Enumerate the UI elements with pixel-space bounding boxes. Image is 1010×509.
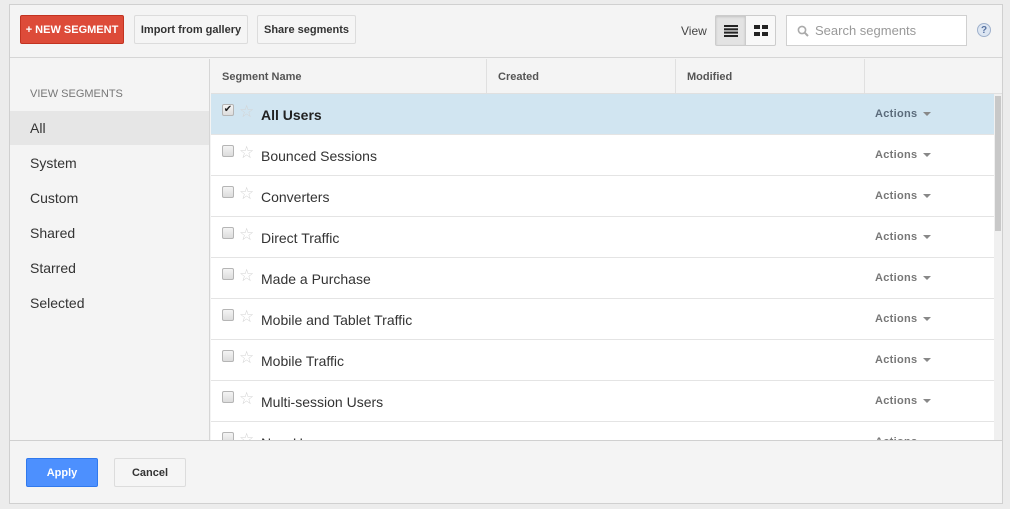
chevron-down-icon — [923, 153, 932, 158]
chevron-down-icon — [923, 399, 932, 404]
star-icon[interactable]: ☆ — [239, 267, 254, 284]
scrollbar-thumb[interactable] — [995, 96, 1001, 231]
row-checkbox[interactable] — [222, 350, 234, 362]
actions-label: Actions — [875, 272, 918, 284]
scrollbar[interactable] — [994, 94, 1002, 440]
apply-button[interactable]: Apply — [26, 458, 98, 487]
footer: Apply Cancel — [10, 440, 1002, 503]
segments-panel: + NEW SEGMENT Import from gallery Share … — [9, 4, 1003, 504]
actions-dropdown[interactable]: Actions — [875, 313, 932, 325]
segment-name[interactable]: Mobile Traffic — [261, 353, 344, 369]
list-view-icon — [723, 24, 738, 37]
table-row[interactable]: ☆ Mobile Traffic Actions — [211, 340, 994, 381]
actions-label: Actions — [875, 395, 918, 407]
sidebar-item-starred[interactable]: Starred — [10, 251, 209, 285]
table-row[interactable]: ☆ Multi-session Users Actions — [211, 381, 994, 422]
grid-view-button[interactable] — [745, 15, 776, 46]
star-icon[interactable]: ☆ — [239, 226, 254, 243]
list-view-button[interactable] — [715, 15, 746, 46]
actions-dropdown[interactable]: Actions — [875, 354, 932, 366]
toolbar: + NEW SEGMENT Import from gallery Share … — [10, 5, 1002, 58]
sidebar-item-shared[interactable]: Shared — [10, 216, 209, 250]
search-box — [786, 15, 967, 46]
sidebar: VIEW SEGMENTS All System Custom Shared S… — [10, 59, 210, 440]
cancel-button[interactable]: Cancel — [114, 458, 186, 487]
search-icon — [797, 25, 809, 37]
sidebar-item-all[interactable]: All — [10, 111, 209, 145]
actions-dropdown[interactable]: Actions — [875, 231, 932, 243]
chevron-down-icon — [923, 276, 932, 281]
star-icon[interactable]: ☆ — [239, 349, 254, 366]
import-from-gallery-button[interactable]: Import from gallery — [134, 15, 248, 44]
segment-name[interactable]: Mobile and Tablet Traffic — [261, 312, 412, 328]
segments-table: Segment Name Created Modified ✔ ☆ All User… — [211, 59, 1002, 440]
table-row[interactable]: ☆ Mobile and Tablet Traffic Actions — [211, 299, 994, 340]
row-checkbox[interactable] — [222, 186, 234, 198]
star-icon[interactable]: ☆ — [239, 390, 254, 407]
actions-dropdown[interactable]: Actions — [875, 149, 932, 161]
view-label: View — [681, 24, 707, 38]
row-checkbox[interactable] — [222, 268, 234, 280]
segment-name[interactable]: All Users — [261, 107, 322, 123]
chevron-down-icon — [923, 112, 932, 117]
table-row[interactable]: ✔ ☆ All Users Actions — [211, 94, 994, 135]
grid-view-icon — [753, 25, 768, 36]
row-checkbox[interactable] — [222, 145, 234, 157]
star-icon[interactable]: ☆ — [239, 103, 254, 120]
actions-dropdown[interactable]: Actions — [875, 190, 932, 202]
actions-dropdown[interactable]: Actions — [875, 108, 932, 120]
row-checkbox[interactable] — [222, 309, 234, 321]
sidebar-item-system[interactable]: System — [10, 146, 209, 180]
star-icon[interactable]: ☆ — [239, 185, 254, 202]
table-row[interactable]: ☆ Made a Purchase Actions — [211, 258, 994, 299]
help-icon[interactable]: ? — [977, 23, 991, 37]
segment-name[interactable]: Converters — [261, 189, 329, 205]
chevron-down-icon — [923, 317, 932, 322]
row-checkbox[interactable] — [222, 391, 234, 403]
row-checkbox[interactable] — [222, 432, 234, 440]
actions-label: Actions — [875, 313, 918, 325]
table-row[interactable]: ☆ Direct Traffic Actions — [211, 217, 994, 258]
segment-name[interactable]: Made a Purchase — [261, 271, 371, 287]
actions-label: Actions — [875, 231, 918, 243]
share-segments-button[interactable]: Share segments — [257, 15, 356, 44]
sidebar-header: VIEW SEGMENTS — [30, 88, 123, 100]
chevron-down-icon — [923, 194, 932, 199]
star-icon[interactable]: ☆ — [239, 308, 254, 325]
segment-name[interactable]: Multi-session Users — [261, 394, 383, 410]
row-checkbox[interactable]: ✔ — [222, 104, 234, 116]
star-icon[interactable]: ☆ — [239, 144, 254, 161]
chevron-down-icon — [923, 235, 932, 240]
new-segment-button[interactable]: + NEW SEGMENT — [20, 15, 124, 44]
actions-label: Actions — [875, 354, 918, 366]
actions-label: Actions — [875, 108, 918, 120]
table-row[interactable]: ☆ Bounced Sessions Actions — [211, 135, 994, 176]
table-row[interactable]: ☆New UsersActions — [211, 422, 994, 440]
column-header-created[interactable]: Created — [487, 59, 676, 94]
search-input[interactable] — [815, 23, 955, 38]
actions-dropdown[interactable]: Actions — [875, 272, 932, 284]
segment-name[interactable]: Bounced Sessions — [261, 148, 377, 164]
actions-dropdown[interactable]: Actions — [875, 395, 932, 407]
sidebar-item-custom[interactable]: Custom — [10, 181, 209, 215]
table-body: ✔ ☆ All Users Actions ☆ Bounced Sessions Actio… — [211, 94, 994, 440]
sidebar-item-selected[interactable]: Selected — [10, 286, 209, 320]
chevron-down-icon — [923, 358, 932, 363]
actions-label: Actions — [875, 149, 918, 161]
table-row[interactable]: ☆ Converters Actions — [211, 176, 994, 217]
column-header-actions — [865, 59, 1002, 94]
column-header-segment-name[interactable]: Segment Name — [211, 59, 487, 94]
star-icon[interactable]: ☆ — [239, 431, 254, 440]
row-checkbox[interactable] — [222, 227, 234, 239]
column-header-modified[interactable]: Modified — [676, 59, 865, 94]
segment-name[interactable]: Direct Traffic — [261, 230, 339, 246]
actions-label: Actions — [875, 190, 918, 202]
table-header: Segment Name Created Modified — [211, 59, 1002, 94]
